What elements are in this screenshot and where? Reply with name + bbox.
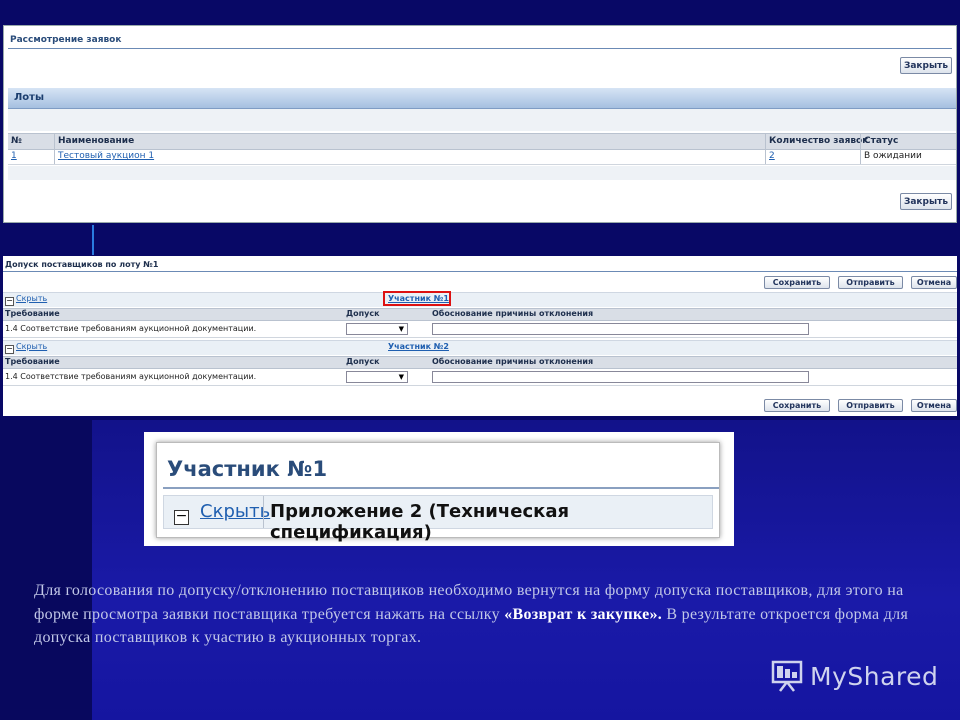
instruction-paragraph: Для голосования по допуску/отклонению по… — [34, 579, 914, 650]
participant-row: − Скрыть Участник №2 — [3, 340, 957, 355]
watermark: MyShared — [770, 656, 938, 696]
presentation-board-icon — [771, 660, 803, 692]
col-separator — [765, 134, 766, 149]
lots-table-header: № Наименование Количество заявок Статус — [8, 133, 956, 150]
send-button-bottom[interactable]: Отправить — [838, 399, 903, 412]
requirement-text: 1.4 Соответствие требованиям аукционной … — [5, 324, 257, 333]
col-separator — [860, 134, 861, 149]
lots-section-label: Лоты — [14, 92, 45, 103]
col-separator — [54, 150, 55, 164]
collapse-icon[interactable]: − — [5, 297, 14, 306]
lot-name-link[interactable]: Тестовый аукцион 1 — [58, 151, 154, 161]
col-separator — [860, 150, 861, 164]
hide-link[interactable]: Скрыть — [16, 294, 47, 303]
paragraph-bold-link-name: «Возврат к закупке». — [504, 605, 663, 623]
rejection-reason-input[interactable] — [432, 371, 809, 383]
col-header-admission: Допуск — [346, 309, 380, 318]
table-footer — [8, 166, 956, 180]
highlight-box — [383, 291, 451, 306]
col-header-rejection-reason: Обоснование причины отклонения — [432, 309, 594, 318]
lot-number-link[interactable]: 1 — [11, 151, 17, 161]
requirement-text: 1.4 Соответствие требованиям аукционной … — [5, 372, 257, 381]
save-button-bottom[interactable]: Сохранить — [764, 399, 830, 412]
title-divider — [8, 48, 952, 49]
requirements-table-header: Требование Допуск Обоснование причины от… — [3, 356, 957, 369]
col-header-count: Количество заявок — [769, 136, 869, 146]
accent-line — [92, 225, 94, 255]
cancel-button-top[interactable]: Отмена — [911, 276, 957, 289]
zoomed-participant-title: Участник №1 — [167, 457, 328, 481]
zoomed-hide-link[interactable]: Скрыть — [200, 501, 270, 522]
supplier-admission-panel: Допуск поставщиков по лоту №1 Сохранить … — [3, 256, 957, 416]
collapse-icon[interactable]: − — [5, 345, 14, 354]
requirements-table-header: Требование Допуск Обоснование причины от… — [3, 308, 957, 321]
lots-spacer — [8, 109, 956, 131]
background-left — [0, 420, 92, 720]
rejection-reason-input[interactable] — [432, 323, 809, 335]
zoomed-divider — [163, 487, 719, 489]
applications-review-panel: Рассмотрение заявок Закрыть Лоты № Наиме… — [3, 25, 957, 223]
cancel-button-bottom[interactable]: Отмена — [911, 399, 957, 412]
zoomed-section-label: Приложение 2 (Техническая спецификация) — [270, 501, 570, 543]
col-header-requirement: Требование — [5, 309, 60, 318]
page-title: Рассмотрение заявок — [10, 35, 122, 45]
zoomed-frame: Участник №1 − Скрыть Приложение 2 (Техни… — [156, 442, 720, 543]
panel-title: Допуск поставщиков по лоту №1 — [5, 260, 159, 269]
table-row: 1.4 Соответствие требованиям аукционной … — [3, 369, 957, 386]
dropdown-arrow-icon: ▼ — [398, 373, 404, 381]
applications-count-link[interactable]: 2 — [769, 151, 775, 161]
col-separator — [54, 134, 55, 149]
zoomed-row: − Скрыть Приложение 2 (Техническая специ… — [163, 495, 713, 543]
collapse-icon[interactable]: − — [174, 509, 189, 525]
zoomed-detail-image: Участник №1 − Скрыть Приложение 2 (Техни… — [144, 432, 734, 546]
col-header-status: Статус — [864, 136, 899, 146]
participant-link[interactable]: Участник №2 — [388, 342, 449, 351]
col-header-admission: Допуск — [346, 357, 380, 366]
close-button-bottom[interactable]: Закрыть — [900, 193, 952, 210]
col-header-requirement: Требование — [5, 357, 60, 366]
col-header-name: Наименование — [58, 136, 135, 146]
dropdown-arrow-icon: ▼ — [398, 325, 404, 333]
table-row: 1.4 Соответствие требованиям аукционной … — [3, 321, 957, 338]
col-header-num: № — [11, 136, 22, 146]
hide-link[interactable]: Скрыть — [16, 342, 47, 351]
title-divider — [3, 271, 957, 272]
send-button-top[interactable]: Отправить — [838, 276, 903, 289]
zoomed-separator — [263, 496, 264, 528]
close-button-top[interactable]: Закрыть — [900, 57, 952, 74]
col-header-rejection-reason: Обоснование причины отклонения — [432, 357, 594, 366]
admission-select[interactable]: ▼ — [346, 323, 408, 335]
participant-row: − Скрыть Участник №1 — [3, 292, 957, 307]
save-button-top[interactable]: Сохранить — [764, 276, 830, 289]
col-separator — [765, 150, 766, 164]
lot-status: В ожидании — [864, 151, 922, 161]
table-row: 1 Тестовый аукцион 1 2 В ожидании — [8, 150, 956, 165]
watermark-brand: MyShared — [810, 661, 939, 691]
admission-select[interactable]: ▼ — [346, 371, 408, 383]
lots-section-header: Лоты — [8, 88, 956, 109]
